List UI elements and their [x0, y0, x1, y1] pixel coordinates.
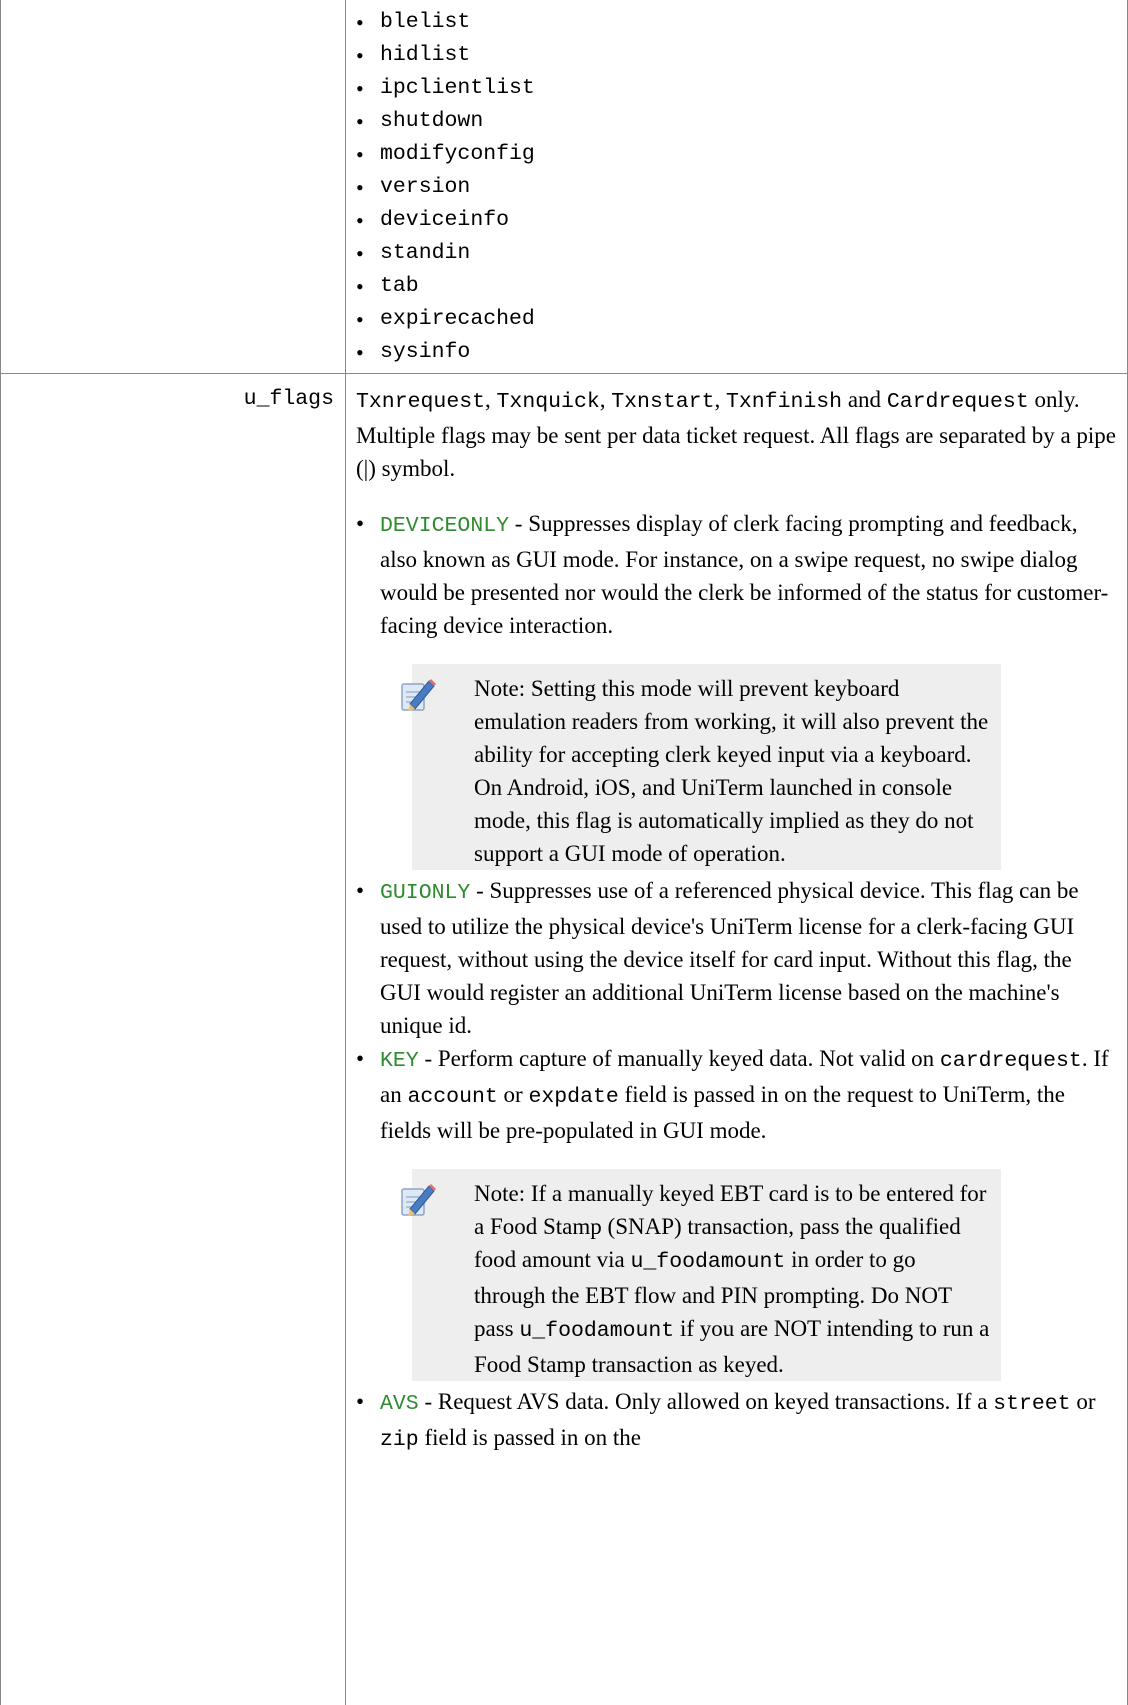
- flag-list: DEVICEONLY - Suppresses display of clerk…: [356, 507, 1118, 1457]
- list-item: hidlist: [356, 39, 535, 72]
- note-box: Note: Setting this mode will prevent key…: [401, 664, 1001, 870]
- list-item: sysinfo: [356, 336, 535, 369]
- flag-item-key: KEY - Perform capture of manually keyed …: [356, 1042, 1118, 1381]
- parameter-intro: Txnrequest, Txnquick, Txnstart, Txnfinis…: [356, 387, 1117, 481]
- flag-name: DEVICEONLY: [380, 514, 510, 538]
- pencil-note-icon: [401, 1184, 436, 1216]
- table-divider-column: [345, 0, 346, 1705]
- list-item: blelist: [356, 6, 535, 39]
- flag-item-avs: AVS - Request AVS data. Only allowed on …: [356, 1385, 1118, 1457]
- parameter-name: u_flags: [243, 387, 334, 411]
- flag-item-guionly: GUIONLY - Suppresses use of a referenced…: [356, 874, 1118, 1042]
- flag-name: KEY: [380, 1049, 419, 1073]
- list-item: deviceinfo: [356, 204, 535, 237]
- list-item: ipclientlist: [356, 72, 535, 105]
- flag-name: GUIONLY: [380, 881, 471, 905]
- flag-name: AVS: [380, 1392, 419, 1416]
- list-item: expirecached: [356, 303, 535, 336]
- note-text: Note: Setting this mode will prevent key…: [474, 676, 989, 866]
- parameter-description: Txnrequest, Txnquick, Txnstart, Txnfinis…: [356, 383, 1118, 1457]
- list-item: standin: [356, 237, 535, 270]
- table-row-divider: [0, 373, 1128, 374]
- list-item: shutdown: [356, 105, 535, 138]
- note-box: Note: If a manually keyed EBT card is to…: [401, 1169, 1001, 1381]
- list-item: modifyconfig: [356, 138, 535, 171]
- list-item: version: [356, 171, 535, 204]
- list-item: tab: [356, 270, 535, 303]
- note-text: Note: If a manually keyed EBT card is to…: [474, 1181, 990, 1377]
- pencil-note-icon: [401, 679, 436, 711]
- command-list: blelist hidlist ipclientlist shutdown mo…: [356, 6, 535, 369]
- table-border-left: [0, 0, 1, 1705]
- flag-item-deviceonly: DEVICEONLY - Suppresses display of clerk…: [356, 507, 1118, 870]
